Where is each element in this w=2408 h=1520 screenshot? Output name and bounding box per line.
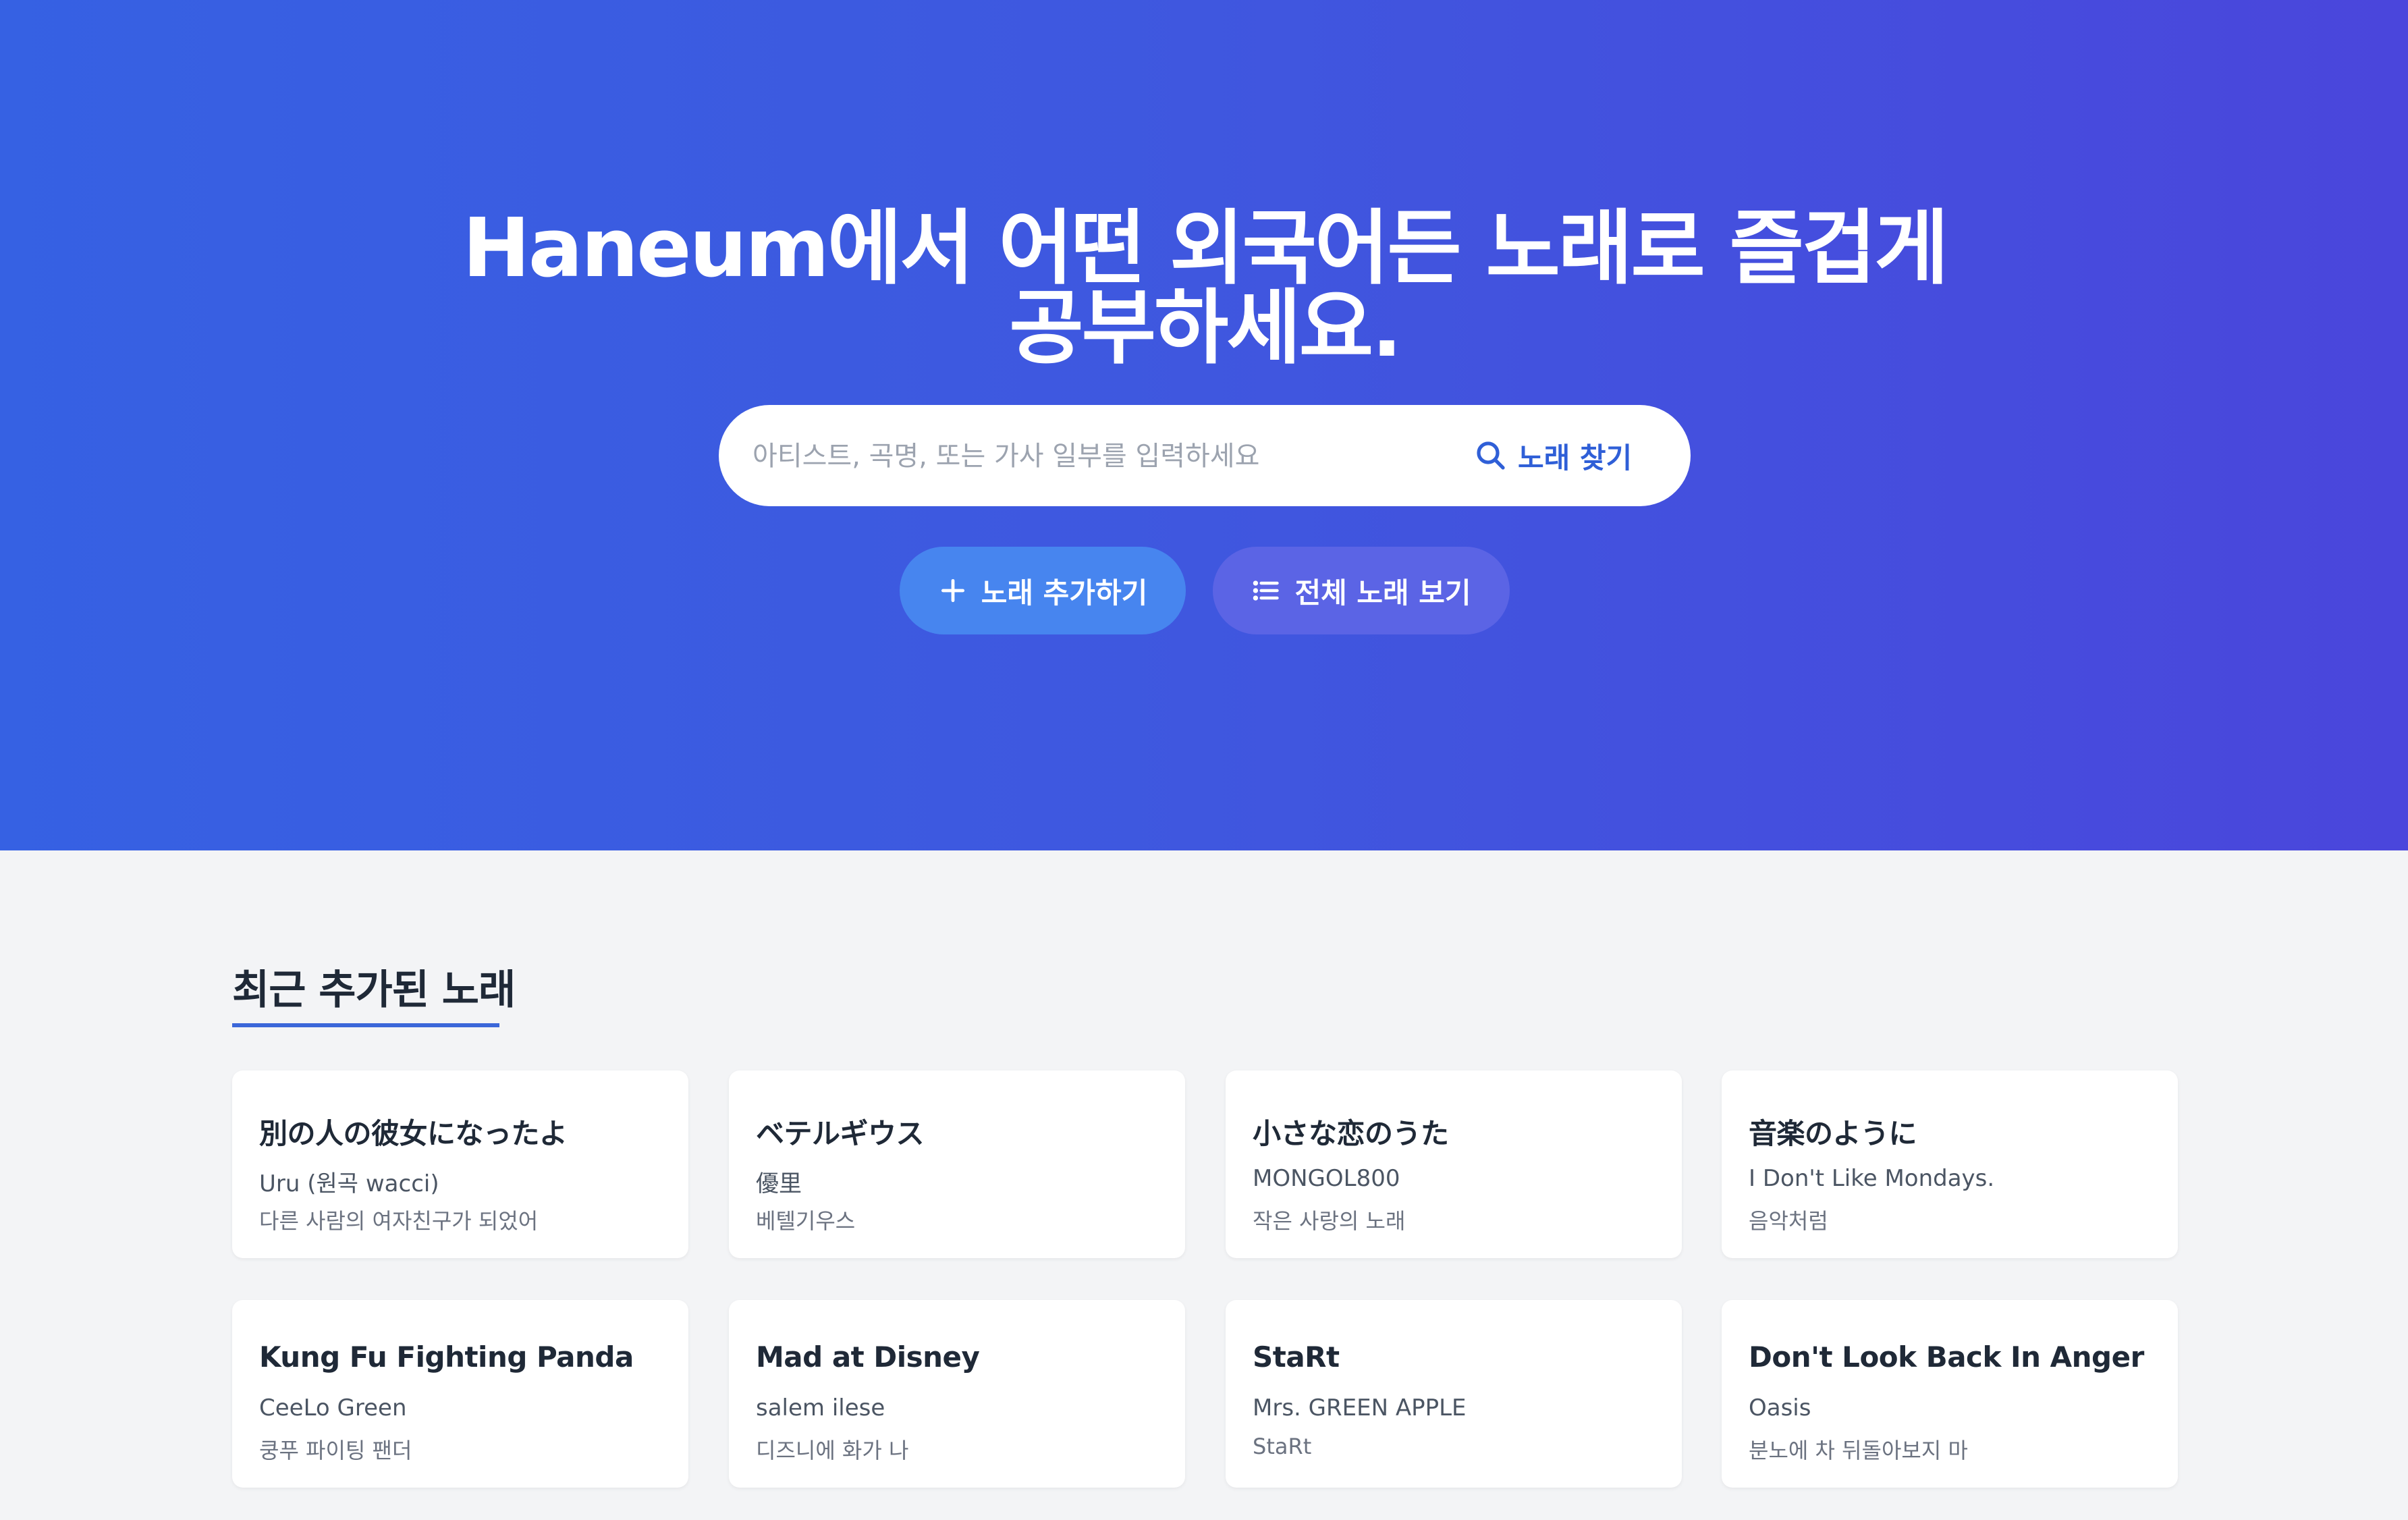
song-artist: CeeLo Green — [259, 1394, 407, 1421]
song-title: Kung Fu Fighting Panda — [259, 1340, 634, 1374]
hero-banner: Haneum에서 어떤 외국어든 노래로 즐겁게 공부하세요. 노래 찾기 노래… — [0, 0, 2408, 850]
song-translation: 음악처럼 — [1749, 1208, 1828, 1234]
song-artist: I Don't Like Mondays. — [1749, 1165, 1995, 1192]
song-card[interactable]: ベテルギウス 優里 베텔기우스 — [729, 1070, 1185, 1258]
song-artist: Uru (원곡 wacci) — [259, 1170, 439, 1197]
song-title: Don't Look Back In Anger — [1749, 1340, 2144, 1374]
song-card[interactable]: Mad at Disney salem ilese 디즈니에 화가 나 — [729, 1300, 1185, 1488]
song-artist: Mrs. GREEN APPLE — [1253, 1394, 1467, 1421]
song-title: 音楽のように — [1749, 1117, 1917, 1150]
search-icon — [1477, 441, 1505, 470]
song-artist: 優里 — [756, 1170, 802, 1197]
heading-underline — [232, 1023, 499, 1027]
song-card[interactable]: 音楽のように I Don't Like Mondays. 음악처럼 — [1722, 1070, 2178, 1258]
song-title: Mad at Disney — [756, 1340, 980, 1374]
search-button[interactable]: 노래 찾기 — [1475, 429, 1664, 482]
hero-title: Haneum에서 어떤 외국어든 노래로 즐겁게 공부하세요. — [462, 202, 1948, 375]
search-input[interactable] — [751, 429, 1429, 483]
song-translation: StaRt — [1253, 1434, 1312, 1459]
view-all-songs-label: 전체 노래 보기 — [1294, 576, 1471, 609]
song-card[interactable]: 別の人の彼女になったよ Uru (원곡 wacci) 다른 사람의 여자친구가 … — [232, 1070, 688, 1258]
recent-songs-heading: 최근 추가된 노래 — [232, 967, 516, 1014]
song-translation: 베텔기우스 — [756, 1208, 856, 1234]
song-title: StaRt — [1253, 1340, 1340, 1374]
song-translation: 분노에 차 뒤돌아보지 마 — [1749, 1438, 1968, 1463]
add-song-label: 노래 추가하기 — [981, 576, 1148, 609]
song-card[interactable]: Don't Look Back In Anger Oasis 분노에 차 뒤돌아… — [1722, 1300, 2178, 1488]
song-title: ベテルギウス — [756, 1117, 925, 1150]
song-translation: 다른 사람의 여자친구가 되었어 — [259, 1208, 539, 1234]
view-all-songs-button[interactable]: 전체 노래 보기 — [1213, 547, 1510, 634]
song-translation: 디즈니에 화가 나 — [756, 1438, 909, 1463]
plus-icon — [941, 578, 964, 603]
song-card[interactable]: StaRt Mrs. GREEN APPLE StaRt — [1226, 1300, 1682, 1488]
song-translation: 쿵푸 파이팅 팬더 — [259, 1438, 412, 1463]
list-icon — [1253, 580, 1280, 601]
song-artist: salem ilese — [756, 1394, 885, 1421]
search-button-label: 노래 찾기 — [1518, 441, 1633, 474]
song-translation: 작은 사랑의 노래 — [1253, 1208, 1406, 1234]
song-card[interactable]: Kung Fu Fighting Panda CeeLo Green 쿵푸 파이… — [232, 1300, 688, 1488]
song-title: 別の人の彼女になったよ — [259, 1117, 568, 1150]
search-bar: 노래 찾기 — [719, 405, 1691, 506]
song-artist: Oasis — [1749, 1394, 1811, 1421]
add-song-button[interactable]: 노래 추가하기 — [900, 547, 1186, 634]
song-title: 小さな恋のうた — [1253, 1117, 1449, 1150]
song-artist: MONGOL800 — [1253, 1165, 1400, 1192]
song-card[interactable]: 小さな恋のうた MONGOL800 작은 사랑의 노래 — [1226, 1070, 1682, 1258]
